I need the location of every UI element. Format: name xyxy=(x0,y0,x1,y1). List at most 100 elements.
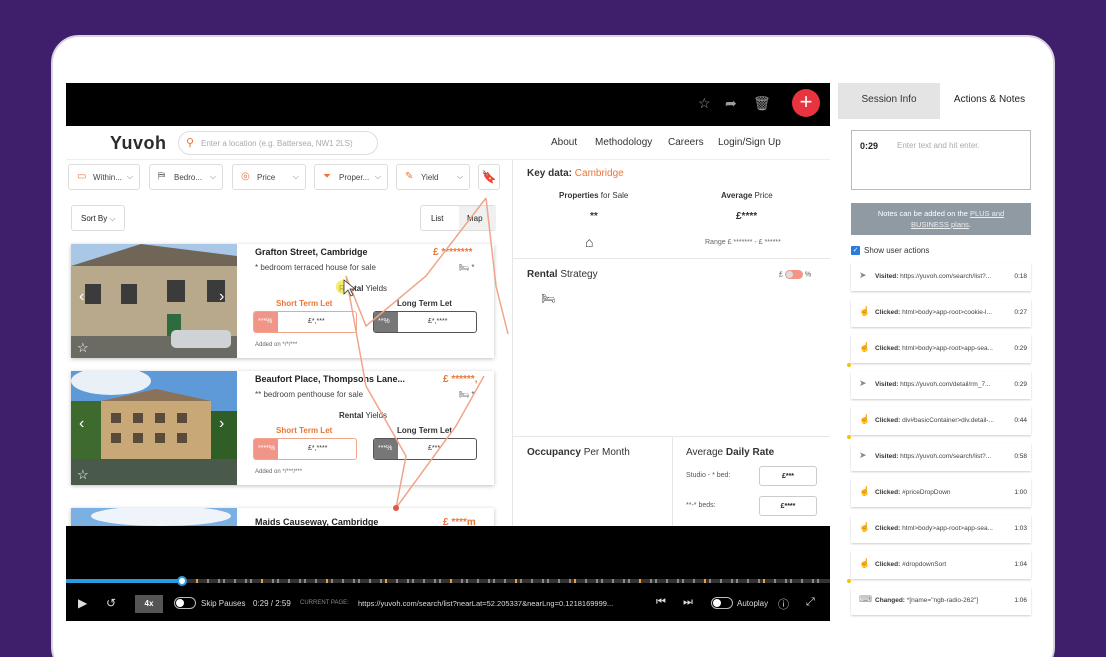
timeline-event-mark xyxy=(709,579,711,583)
info-icon[interactable]: ⓘ xyxy=(778,596,789,612)
timeline-event-mark xyxy=(315,579,317,583)
timeline-event-mark xyxy=(326,579,328,583)
click-icon: ☝ xyxy=(859,342,871,352)
autoplay-label: Autoplay xyxy=(737,599,769,608)
click-icon: ☝ xyxy=(859,306,871,316)
action-time: 0:44 xyxy=(1014,417,1027,424)
trash-icon[interactable]: 🗑 xyxy=(753,95,771,112)
note-input[interactable]: 0:29 Enter text and hit enter. xyxy=(851,130,1031,190)
timeline-event-mark xyxy=(623,579,625,583)
timeline-event-mark xyxy=(504,579,506,583)
timeline-event-mark xyxy=(380,579,382,583)
timeline-event-mark xyxy=(812,579,814,583)
panel-tabs: Session Info Actions & Notes xyxy=(838,83,1039,119)
timeline-event-mark xyxy=(801,579,803,583)
action-time: 0:29 xyxy=(1014,381,1027,388)
playback-timeline[interactable] xyxy=(66,576,830,586)
timeline-event-mark xyxy=(612,579,614,583)
skip-forward-icon[interactable]: ⏭ xyxy=(683,596,693,609)
timeline-event-mark xyxy=(731,579,733,583)
timeline-event-mark xyxy=(288,579,290,583)
action-item[interactable]: ☝ Clicked: html>body>app-root>cookie-l...… xyxy=(851,299,1031,327)
timeline-event-mark xyxy=(250,579,252,583)
timeline-event-mark xyxy=(542,579,544,583)
rewind-15-icon[interactable]: ↺ xyxy=(106,596,116,610)
skip-back-icon[interactable]: ⏮ xyxy=(656,596,666,609)
action-item[interactable]: ☝ Clicked: #dropdownSort 1:04 xyxy=(851,551,1031,579)
timeline-event-mark xyxy=(520,579,522,583)
timeline-event-mark xyxy=(331,579,333,583)
marker-dot xyxy=(847,579,851,583)
timeline-event-mark xyxy=(650,579,652,583)
marker-dot xyxy=(847,435,851,439)
current-page-url[interactable]: https://yuvoh.com/search/list?nearLat=52… xyxy=(358,599,613,608)
timeline-event-mark xyxy=(434,579,436,583)
player-controls: ▶ ↺ 4x Skip Pauses 0:29 / 2:59 CURRENT P… xyxy=(66,588,830,621)
action-time: 1:06 xyxy=(1014,597,1027,604)
timeline-event-mark xyxy=(736,579,738,583)
timeline-scrubber[interactable] xyxy=(177,576,188,586)
action-item[interactable]: ➤ Visited: https://yuvoh.com/search/list?… xyxy=(851,263,1031,291)
star-icon[interactable]: ☆ xyxy=(698,95,711,112)
timeline-event-mark xyxy=(245,579,247,583)
navigate-icon: ➤ xyxy=(859,270,867,280)
click-icon: ☝ xyxy=(859,522,871,532)
timeline-event-mark xyxy=(207,579,209,583)
timeline-event-mark xyxy=(531,579,533,583)
timeline-event-mark xyxy=(353,579,355,583)
action-time: 0:58 xyxy=(1014,453,1027,460)
note-placeholder: Enter text and hit enter. xyxy=(897,141,980,150)
action-item[interactable]: ☝ Clicked: html>body>app-root>app-sea... 1… xyxy=(851,515,1031,543)
add-button[interactable]: + xyxy=(792,89,820,117)
checkbox-checked-icon: ✓ xyxy=(851,246,860,256)
timeline-event-mark xyxy=(758,579,760,583)
timeline-event-mark xyxy=(272,579,274,583)
action-item[interactable]: ☝ Clicked: #priceDropDown 1:00 xyxy=(851,479,1031,507)
timeline-event-mark xyxy=(358,579,360,583)
current-page-label: CURRENT PAGE: xyxy=(300,600,349,606)
skip-pauses-toggle[interactable] xyxy=(174,597,196,609)
show-user-actions-checkbox[interactable]: ✓ Show user actions xyxy=(851,246,929,256)
action-item[interactable]: ☝ Clicked: div#basicContainer>div.detail-… xyxy=(851,407,1031,435)
timeline-event-mark xyxy=(461,579,463,583)
timeline-event-mark xyxy=(196,579,198,583)
timeline-event-mark xyxy=(369,579,371,583)
timeline-event-mark xyxy=(817,579,819,583)
play-icon[interactable]: ▶ xyxy=(78,596,87,610)
timeline-event-mark xyxy=(558,579,560,583)
playback-time: 0:29 / 2:59 xyxy=(253,599,291,608)
share-icon[interactable]: ➦ xyxy=(725,95,737,112)
timeline-event-mark xyxy=(628,579,630,583)
keyboard-icon: ⌨ xyxy=(859,594,872,604)
player-toolbar: ☆ ➦ 🗑 + xyxy=(66,83,830,126)
timeline-event-mark xyxy=(218,579,220,583)
timeline-event-mark xyxy=(569,579,571,583)
session-replay-player: ☆ ➦ 🗑 + Yuvoh ⚲ Enter a location (e.g. B… xyxy=(66,83,830,621)
timeline-event-mark xyxy=(574,579,576,583)
fullscreen-icon[interactable]: ⤢ xyxy=(806,596,815,609)
action-item[interactable]: ➤ Visited: https://yuvoh.com/search/list?… xyxy=(851,443,1031,471)
marker-dot xyxy=(847,363,851,367)
timeline-event-mark xyxy=(666,579,668,583)
timeline-event-mark xyxy=(785,579,787,583)
tab-actions-notes[interactable]: Actions & Notes xyxy=(940,83,1039,119)
timeline-event-mark xyxy=(261,579,263,583)
autoplay-toggle[interactable] xyxy=(711,597,733,609)
timeline-event-mark xyxy=(693,579,695,583)
timeline-event-mark xyxy=(774,579,776,583)
timeline-event-mark xyxy=(396,579,398,583)
timeline-event-mark xyxy=(596,579,598,583)
timeline-event-mark xyxy=(682,579,684,583)
timeline-event-mark xyxy=(234,579,236,583)
timeline-event-mark xyxy=(493,579,495,583)
speed-button[interactable]: 4x xyxy=(135,595,163,613)
action-item[interactable]: ⌨ Changed: *[name="ngb-radio-262"] 1:06 xyxy=(851,587,1031,615)
action-item[interactable]: ☝ Clicked: html>body>app-root>app-sea... 0… xyxy=(851,335,1031,363)
action-item[interactable]: ➤ Visited: https://yuvoh.com/detail/rm_7.… xyxy=(851,371,1031,399)
timeline-event-mark xyxy=(720,579,722,583)
tab-session-info[interactable]: Session Info xyxy=(838,83,940,119)
navigate-icon: ➤ xyxy=(859,450,867,460)
timeline-event-mark xyxy=(790,579,792,583)
timeline-event-mark xyxy=(547,579,549,583)
timeline-event-mark xyxy=(423,579,425,583)
